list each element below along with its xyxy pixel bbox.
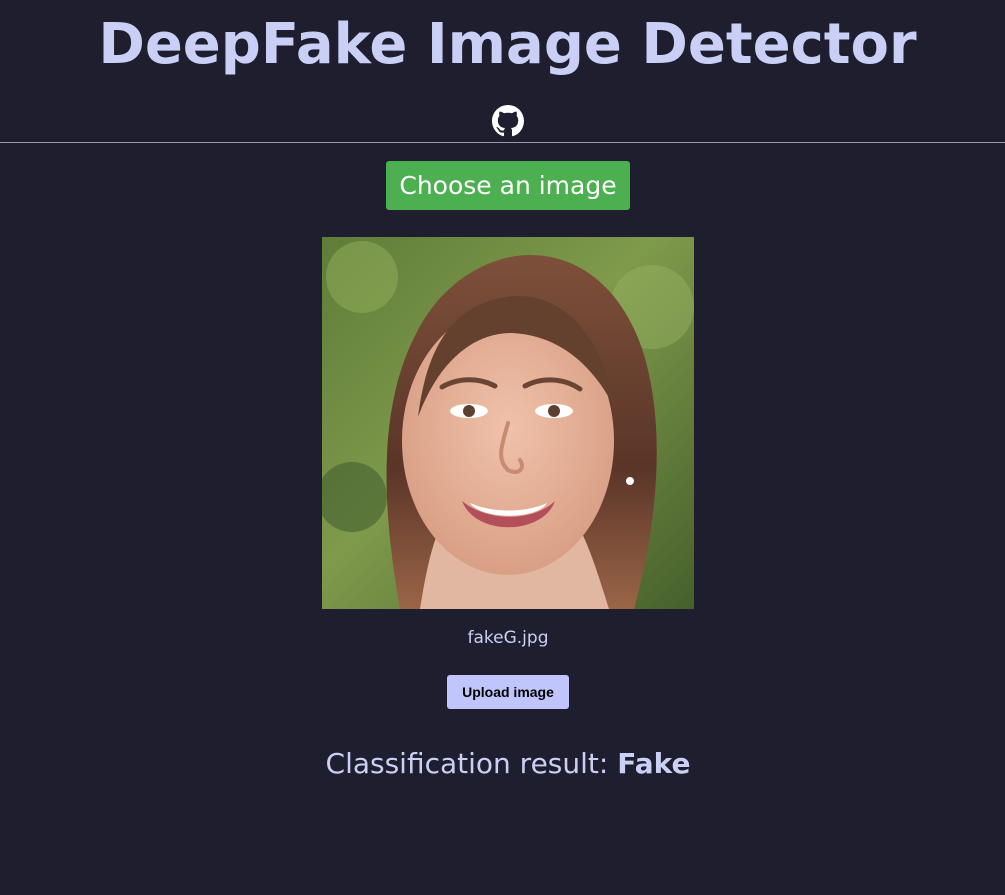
deepfake-detector-page: DeepFake Image Detector Choose an image	[0, 0, 1005, 895]
file-name: fakeG.jpg	[467, 628, 549, 648]
github-link[interactable]	[492, 105, 524, 137]
page-title: DeepFake Image Detector	[98, 12, 917, 77]
image-preview	[322, 237, 694, 609]
classification-result: Classification result: Fake	[0, 744, 1005, 784]
choose-image-button[interactable]: Choose an image	[386, 161, 630, 210]
result-label: Classification result:	[325, 747, 618, 780]
face-image	[322, 237, 694, 609]
page-header: DeepFake Image Detector	[0, 0, 1005, 143]
upload-image-button[interactable]: Upload image	[447, 675, 569, 709]
github-icon	[492, 105, 524, 137]
result-value: Fake	[617, 747, 691, 780]
